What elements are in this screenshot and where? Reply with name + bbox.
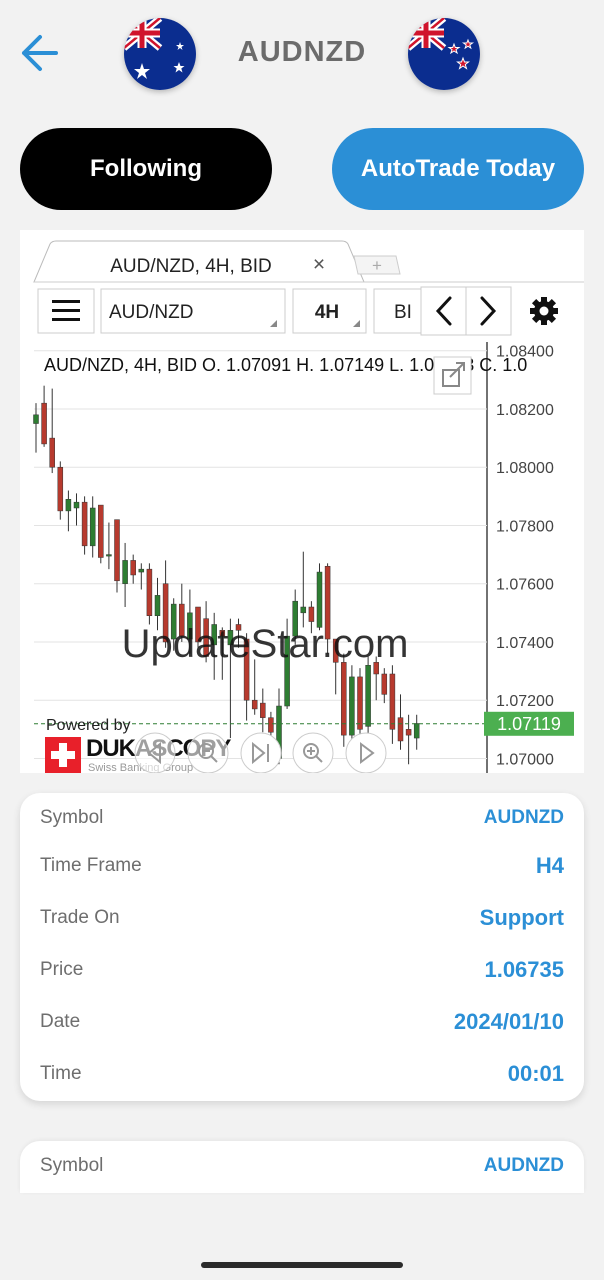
candle-body [260,702,266,718]
y-tick-label: 1.07000 [496,751,554,768]
candle-body [65,499,72,512]
side-select-value: BI [394,302,412,323]
candle-body [81,501,88,547]
signal-label: Time Frame [40,855,142,876]
signal-card: Symbol AUDNZD Time Frame H4 Trade On Sup… [20,793,584,1101]
signal-value: H4 [535,853,564,878]
candle-body [389,673,396,730]
signal-row-timeframe: Time Frame H4 [40,851,564,881]
candle-body [300,606,307,614]
candle-body [251,699,258,710]
back-arrow-icon[interactable] [18,32,60,74]
candle-body [154,595,161,616]
candle-body [316,571,323,628]
candle-body [114,519,120,582]
candle-body [405,729,412,736]
candle-body [49,437,55,468]
skip-end-icon[interactable] [240,732,282,773]
signal-card-2: Symbol AUDNZD [20,1141,584,1193]
candle-body [413,723,420,739]
signal-value: 1.06735 [484,957,564,982]
signal-value: 00:01 [507,1061,564,1086]
signal-value: 2024/01/10 [453,1009,564,1034]
y-tick-label: 1.08200 [496,402,554,419]
y-axis: 1.084001.082001.080001.078001.076001.074… [496,344,554,769]
timeframe-select-value: 4H [315,302,339,323]
signal-row-symbol: Symbol AUDNZD [40,803,564,833]
signal-label: Time [40,1063,82,1084]
signal-row-trade-on: Trade On Support [40,903,564,933]
gear-icon[interactable] [530,297,558,325]
chart-svg: AUD/NZD, 4H, BID × + AUD/NZD 4H BI 1.084… [33,240,584,773]
candle-body [41,402,47,445]
signal-label: Price [40,959,84,980]
candle-body [365,665,371,727]
home-indicator[interactable] [201,1262,403,1268]
candle-body [308,606,315,622]
new-zealand-flag-icon [408,18,480,90]
header: AUDNZD [0,0,604,110]
signal-label: Trade On [40,907,120,928]
candle-body [89,507,96,547]
candle-body [138,568,145,573]
powered-by-label: Powered by [46,717,131,734]
candles [33,385,420,765]
following-button[interactable]: Following [20,128,272,210]
y-tick-label: 1.07600 [496,577,554,594]
signal-label: Date [40,1011,81,1032]
last-price-label: 1.07119 [497,714,561,734]
candle-body [33,414,39,424]
candle-body [73,501,80,509]
chart-tab-label: AUD/NZD, 4H, BID [110,256,272,277]
tab-close-icon[interactable]: × [313,253,325,276]
y-tick-label: 1.07400 [496,635,554,652]
popout-icon[interactable] [433,356,472,395]
watermark: UpdateStar.com [122,622,409,666]
zoom-in-icon[interactable] [292,732,334,773]
candle-body [130,560,136,576]
y-tick-label: 1.08000 [496,460,554,477]
candle-body [57,466,64,512]
chart-widget: AUD/NZD, 4H, BID × + AUD/NZD 4H BI 1.084… [20,230,584,773]
y-tick-label: 1.07800 [496,518,554,535]
zoom-out-icon[interactable] [187,732,229,773]
signal-row-symbol: Symbol AUDNZD [40,1151,564,1181]
pair-title: AUDNZD [237,36,367,68]
candle-body [106,554,112,557]
candle-body [146,568,153,616]
signal-label: Symbol [40,1155,104,1176]
swiss-cross-icon [45,737,81,773]
signal-value: Support [479,905,564,930]
candle-body [357,676,363,730]
candle-body [268,717,274,733]
candle-body [381,673,388,695]
signal-value: AUDNZD [483,1155,564,1176]
australia-flag-icon [124,18,196,90]
step-back-icon[interactable] [134,732,176,773]
candle-body [98,504,104,558]
play-icon[interactable] [345,732,387,773]
signal-row-time: Time 00:01 [40,1059,564,1089]
candle-body [122,560,128,584]
autotrade-today-button[interactable]: AutoTrade Today [332,128,584,210]
signal-row-date: Date 2024/01/10 [40,1007,564,1037]
signal-label: Symbol [40,807,104,828]
symbol-select-value: AUD/NZD [109,302,193,323]
signal-value: AUDNZD [483,807,564,828]
candle-body [349,676,355,736]
candle-body [397,717,404,742]
signal-row-price: Price 1.06735 [40,955,564,985]
add-tab-icon[interactable]: + [372,256,382,275]
y-tick-label: 1.07200 [496,693,554,710]
